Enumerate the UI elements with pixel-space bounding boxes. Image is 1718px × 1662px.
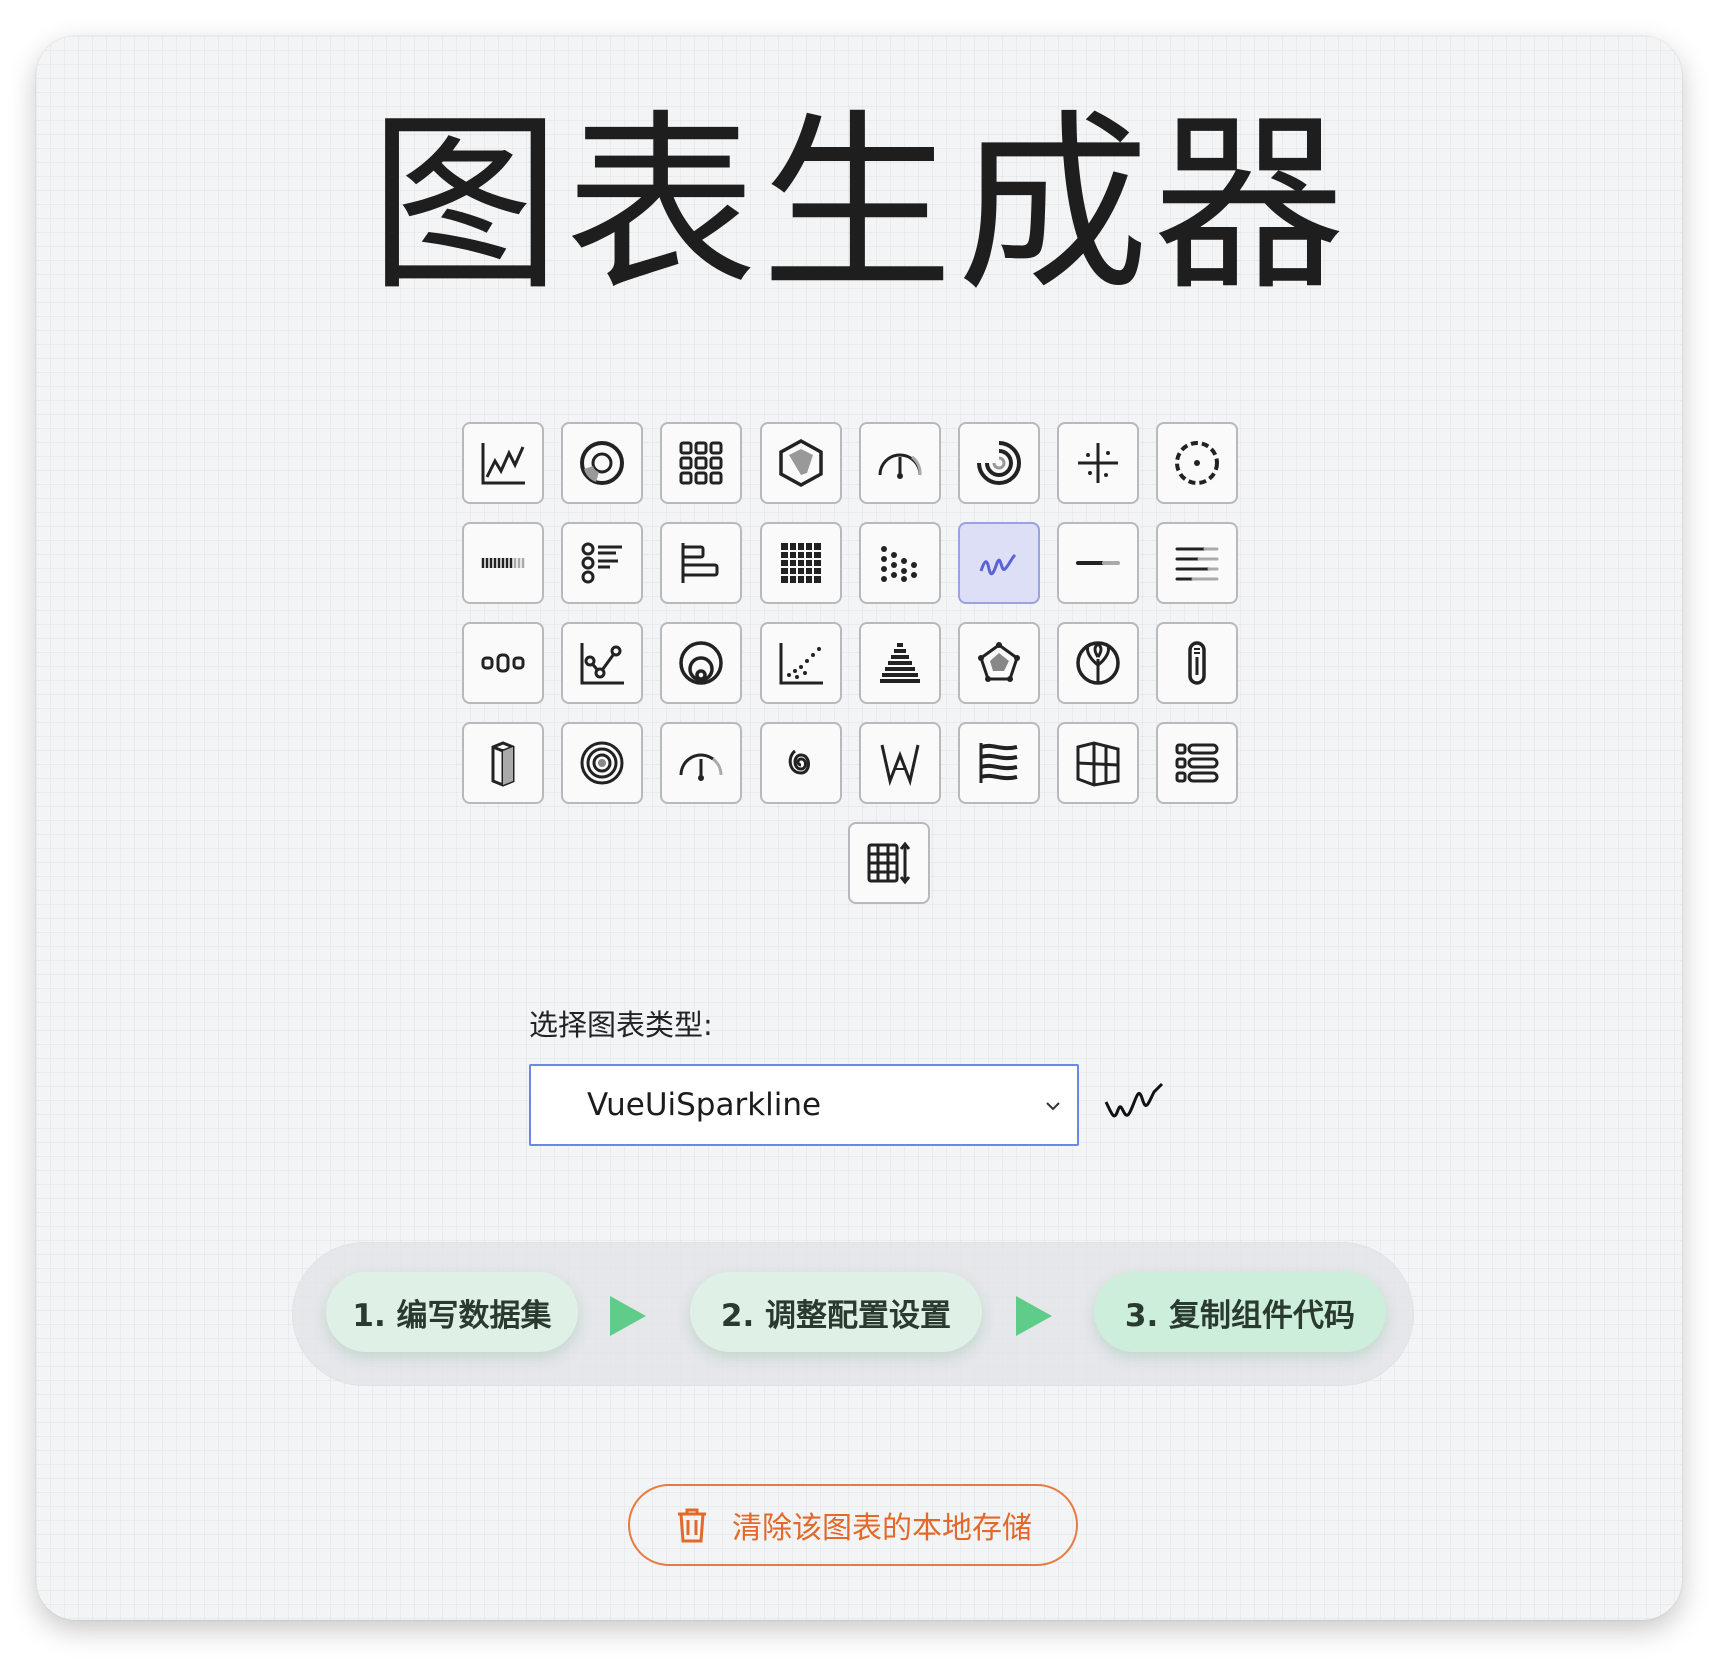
arrow-right-icon xyxy=(610,1296,646,1336)
horizontal-bar-icon xyxy=(681,543,719,583)
chart-type-tile[interactable] xyxy=(1156,522,1238,604)
chart-type-tile-selected[interactable] xyxy=(958,522,1040,604)
spiral-icon xyxy=(788,749,810,775)
sparkbar-icon xyxy=(481,558,525,568)
wheel-word-icon xyxy=(880,744,920,787)
chart-type-tile[interactable] xyxy=(462,622,544,704)
chart-type-tile[interactable] xyxy=(660,522,742,604)
chart-type-tile[interactable] xyxy=(561,522,643,604)
chart-type-tile[interactable] xyxy=(958,722,1040,804)
chart-type-tile[interactable] xyxy=(660,622,742,704)
chart-type-tile[interactable] xyxy=(660,422,742,504)
step-adjust-config[interactable]: 2. 调整配置设置 xyxy=(690,1272,982,1352)
page-title: 图表生成器 xyxy=(369,94,1349,317)
chart-type-tile[interactable] xyxy=(760,622,842,704)
chart-type-tile[interactable] xyxy=(462,722,544,804)
heatmap-grid-icon xyxy=(781,543,821,583)
chart-type-tile[interactable] xyxy=(1057,422,1139,504)
target-circles-icon xyxy=(580,741,624,785)
chart-type-tile[interactable] xyxy=(561,622,643,704)
trash-icon xyxy=(678,1508,706,1543)
chart-type-tile[interactable] xyxy=(561,422,643,504)
app-window: 图表生成器 选择图表类型: VueUiSparkline 1. 编写数据集 2.… xyxy=(36,36,1682,1620)
dotted-trend-icon xyxy=(779,643,823,685)
clear-local-storage-label: 清除该图表的本地存储 xyxy=(732,1511,1032,1546)
chart-type-tile[interactable] xyxy=(958,622,1040,704)
chart-type-tile[interactable] xyxy=(1156,422,1238,504)
list-table-icon xyxy=(1175,743,1219,783)
chart-type-tile[interactable] xyxy=(1057,622,1139,704)
text-lines-icon xyxy=(1175,547,1219,581)
chart-type-tile[interactable] xyxy=(760,422,842,504)
scatter-dots-icon xyxy=(881,546,917,582)
3d-bar-icon xyxy=(491,741,515,787)
line-chart-icon xyxy=(481,443,525,485)
gauge-icon xyxy=(878,453,922,479)
donut-chart-icon xyxy=(580,441,624,485)
chart-type-tile[interactable] xyxy=(848,822,930,904)
step-write-dataset[interactable]: 1. 编写数据集 xyxy=(326,1272,578,1352)
quadrant-icon xyxy=(1078,443,1118,483)
workflow-steps: 1. 编写数据集 2. 调整配置设置 3. 复制组件代码 xyxy=(292,1242,1414,1386)
dots-row-icon xyxy=(481,653,525,673)
leaf-circle-icon xyxy=(1076,641,1120,685)
chart-type-label: 选择图表类型: xyxy=(529,1008,713,1042)
chart-type-tile[interactable] xyxy=(760,722,842,804)
network-chart-icon xyxy=(580,643,624,685)
progress-line-icon xyxy=(1076,561,1120,565)
chevron-down-icon xyxy=(1046,1102,1060,1111)
nested-circles-icon xyxy=(679,641,723,685)
chart-type-tile[interactable] xyxy=(859,522,941,604)
waffle-chart-icon xyxy=(679,441,723,485)
pentagon-radar-icon xyxy=(978,642,1020,682)
step-copy-component[interactable]: 3. 复制组件代码 xyxy=(1094,1272,1386,1352)
cube-frame-icon xyxy=(1076,741,1120,787)
waves-flag-icon xyxy=(979,743,1018,783)
pyramid-icon xyxy=(880,643,920,683)
rings-icon xyxy=(977,441,1021,485)
half-gauge-icon xyxy=(679,753,723,781)
chart-type-tile[interactable] xyxy=(859,422,941,504)
chart-type-tile[interactable] xyxy=(1057,522,1139,604)
chart-type-tile[interactable] xyxy=(462,522,544,604)
stacked-list-icon xyxy=(581,542,622,584)
chart-type-tile[interactable] xyxy=(859,722,941,804)
chart-type-tile[interactable] xyxy=(760,522,842,604)
chart-type-tile[interactable] xyxy=(1057,722,1139,804)
clear-local-storage-button[interactable]: 清除该图表的本地存储 xyxy=(628,1484,1078,1566)
chart-type-select[interactable]: VueUiSparkline xyxy=(529,1064,1079,1146)
chart-type-select-value: VueUiSparkline xyxy=(587,1087,822,1123)
arrow-right-icon xyxy=(1016,1296,1052,1336)
chart-type-tile[interactable] xyxy=(561,722,643,804)
radar-hexagon-icon xyxy=(779,439,823,487)
chart-type-tile[interactable] xyxy=(958,422,1040,504)
thermometer-icon xyxy=(1188,641,1206,685)
sparkline-icon xyxy=(979,553,1017,576)
chart-type-tile[interactable] xyxy=(1156,722,1238,804)
chart-type-tile[interactable] xyxy=(1156,622,1238,704)
table-sort-icon xyxy=(867,841,911,885)
chart-type-tile[interactable] xyxy=(660,722,742,804)
chart-type-tile[interactable] xyxy=(462,422,544,504)
dashed-ring-icon xyxy=(1175,441,1219,485)
sparkline-preview-icon xyxy=(1104,1082,1164,1118)
chart-type-tile[interactable] xyxy=(859,622,941,704)
